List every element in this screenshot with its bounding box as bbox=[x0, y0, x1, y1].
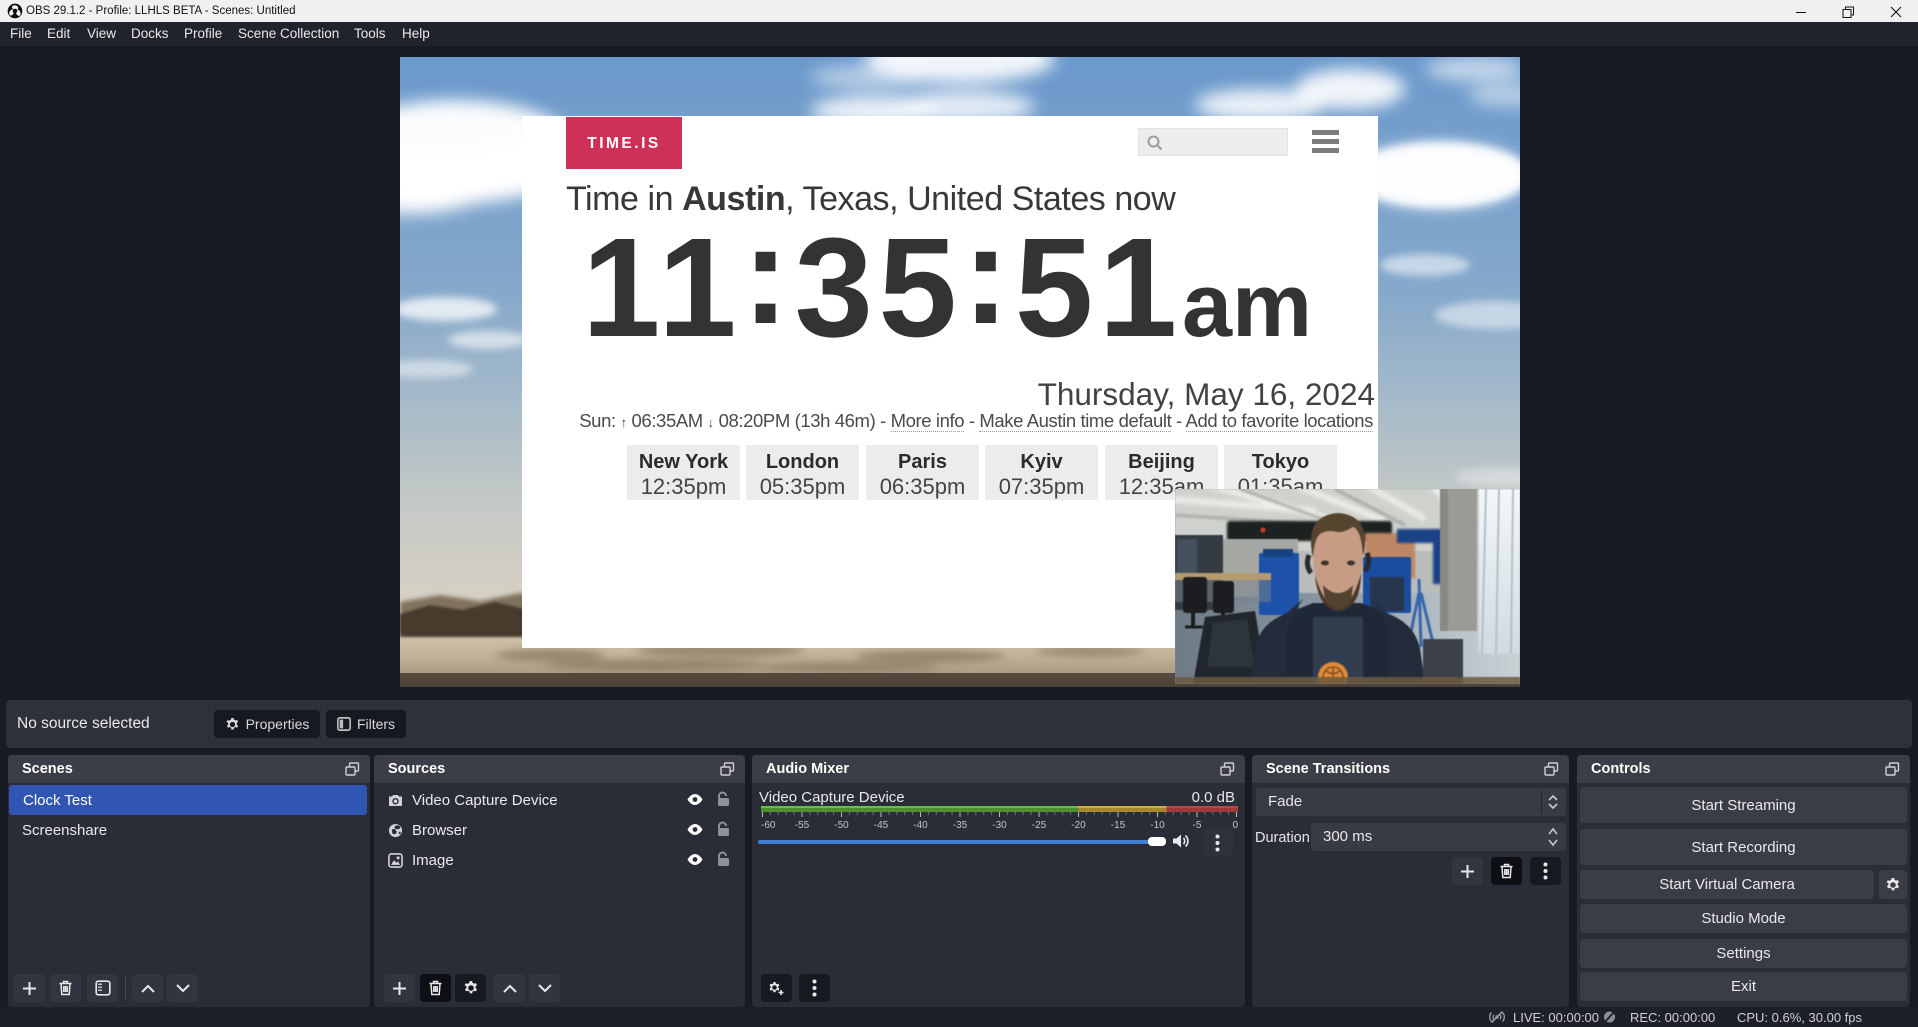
svg-text:-5: -5 bbox=[1193, 820, 1202, 831]
svg-text:-35: -35 bbox=[953, 820, 968, 831]
svg-text:-60: -60 bbox=[761, 820, 776, 831]
svg-text:-15: -15 bbox=[1111, 820, 1126, 831]
svg-text:-10: -10 bbox=[1150, 820, 1165, 831]
svg-text:-25: -25 bbox=[1032, 820, 1047, 831]
svg-text:-30: -30 bbox=[992, 820, 1007, 831]
svg-text:0: 0 bbox=[1232, 820, 1238, 831]
svg-text:-40: -40 bbox=[913, 820, 928, 831]
svg-text:-55: -55 bbox=[795, 820, 810, 831]
svg-text:-20: -20 bbox=[1071, 820, 1086, 831]
svg-text:-45: -45 bbox=[874, 820, 889, 831]
svg-text:-50: -50 bbox=[834, 820, 849, 831]
